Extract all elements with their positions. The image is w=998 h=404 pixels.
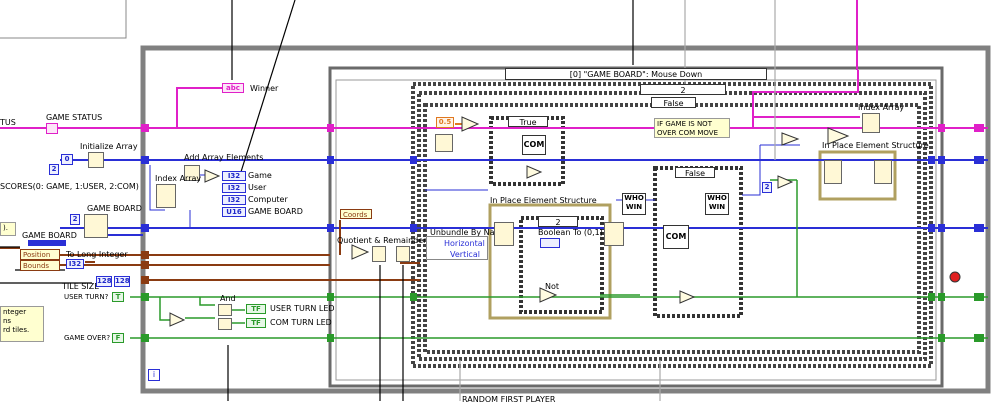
case-selector-true[interactable]: True bbox=[508, 116, 548, 127]
not-label: Not bbox=[545, 282, 560, 291]
coords-node[interactable]: Coords bbox=[340, 209, 372, 219]
initialize-array-label: Initialize Array bbox=[80, 142, 138, 151]
comment-left-2: ). bbox=[0, 222, 16, 236]
winner-label: Winner bbox=[250, 84, 279, 93]
in-place-node-left[interactable] bbox=[494, 222, 514, 246]
com-turn-led-terminal[interactable]: TF bbox=[246, 318, 266, 328]
and-node-1[interactable] bbox=[218, 304, 232, 316]
user-turn-label: USER TURN? bbox=[64, 293, 109, 301]
game-board-ref[interactable] bbox=[28, 240, 66, 246]
index-array-node-right[interactable] bbox=[862, 113, 880, 133]
quotient-remainder-node-1[interactable] bbox=[372, 246, 386, 262]
quotient-remainder-label: Quotient & Remainder bbox=[337, 236, 427, 245]
in-place-structure-left-label: In Place Element Structure bbox=[490, 196, 597, 205]
com-subvi-2[interactable]: COM bbox=[663, 225, 689, 249]
const-2-left[interactable]: 2 bbox=[49, 164, 59, 175]
tile-size-128a[interactable]: 128 bbox=[96, 276, 112, 287]
index-array-node-left[interactable] bbox=[156, 184, 176, 208]
to-long-integer-label: To Long Integer bbox=[66, 250, 128, 259]
and-node-2[interactable] bbox=[218, 318, 232, 330]
quotient-remainder-node-2[interactable] bbox=[396, 246, 410, 262]
const-0[interactable]: 0 bbox=[61, 154, 73, 165]
game-over-terminal[interactable]: F bbox=[112, 333, 124, 343]
case-selector-false-1[interactable]: False bbox=[651, 97, 696, 108]
case-selector-2a[interactable]: 2 bbox=[640, 84, 726, 95]
event-case-selector[interactable]: [0] "GAME BOARD": Mouse Down bbox=[505, 68, 767, 80]
user-turn-led-terminal[interactable]: TF bbox=[246, 304, 266, 314]
game-status-terminal[interactable] bbox=[46, 123, 58, 134]
game-board-node[interactable] bbox=[84, 214, 108, 238]
game-board-left-label: GAME BOARD bbox=[22, 231, 77, 240]
computer-terminal[interactable]: I32 bbox=[222, 195, 246, 205]
if-game-comment: IF GAME IS NOT OVER COM MOVE bbox=[654, 118, 730, 138]
loop-iteration-terminal: i bbox=[148, 369, 160, 381]
com-turn-led-label: COM TURN LED bbox=[270, 318, 332, 327]
in-place-structure-right-label: In Place Element Structure bbox=[822, 141, 929, 150]
index-node-a[interactable] bbox=[435, 134, 453, 152]
index-array-right-label: Index Array bbox=[858, 103, 905, 112]
random-first-player-label: RANDOM FIRST PLAYER bbox=[462, 395, 556, 404]
and-label: And bbox=[220, 294, 236, 303]
stop-indicator bbox=[949, 271, 961, 283]
in-place-right-node-b[interactable] bbox=[874, 160, 892, 184]
const-2-board[interactable]: 2 bbox=[70, 214, 80, 225]
position-property[interactable]: Position bbox=[20, 249, 60, 260]
initialize-array-node[interactable] bbox=[88, 152, 104, 168]
boolean-to-node[interactable] bbox=[540, 238, 560, 248]
user-turn-terminal[interactable]: T bbox=[112, 292, 124, 302]
user-turn-led-label: USER TURN LED bbox=[270, 304, 335, 313]
game-over-label: GAME OVER? bbox=[64, 334, 111, 342]
game-terminal[interactable]: I32 bbox=[222, 171, 246, 181]
scores-comment: SCORES(0: GAME, 1:USER, 2:COM) bbox=[0, 182, 139, 191]
user-terminal[interactable]: I32 bbox=[222, 183, 246, 193]
tile-size-label: TILE SIZE bbox=[62, 282, 100, 291]
in-place-node-right[interactable] bbox=[604, 222, 624, 246]
add-array-elements-label: Add Array Elements bbox=[184, 153, 264, 162]
who-win-subvi-1[interactable]: WHO WIN bbox=[622, 193, 646, 215]
const-2-right[interactable]: 2 bbox=[762, 182, 772, 193]
game-board-terminal[interactable]: U16 bbox=[222, 207, 246, 217]
in-place-right-node-a[interactable] bbox=[824, 160, 842, 184]
const-0-5[interactable]: 0.5 bbox=[436, 117, 454, 128]
case-selector-false-2[interactable]: False bbox=[675, 167, 715, 178]
who-win-subvi-2[interactable]: WHO WIN bbox=[705, 193, 729, 215]
winner-terminal[interactable]: abc bbox=[222, 83, 244, 93]
computer-label: Computer bbox=[248, 195, 288, 204]
case-selector-2b[interactable]: 2 bbox=[538, 216, 578, 227]
horizontal-label: Horizontal bbox=[444, 239, 485, 248]
bounds-property[interactable]: Bounds bbox=[20, 260, 60, 271]
user-label: User bbox=[248, 183, 267, 192]
status-label-partial: TUS bbox=[0, 118, 16, 127]
index-array-label-left: Index Array bbox=[155, 174, 202, 183]
to-long-integer-node[interactable]: I32 bbox=[66, 259, 84, 269]
vertical-label: Vertical bbox=[450, 250, 480, 259]
boolean-to-label: Boolean To (0,1) bbox=[538, 228, 603, 237]
comment-left: nteger ns rd tiles. bbox=[0, 306, 44, 342]
game-board-node-label: GAME BOARD bbox=[87, 204, 142, 213]
game-label: Game bbox=[248, 171, 272, 180]
game-board-terminal-label: GAME BOARD bbox=[248, 207, 303, 216]
com-subvi-1[interactable]: COM bbox=[522, 135, 546, 155]
tile-size-128b[interactable]: 128 bbox=[114, 276, 130, 287]
game-status-label: GAME STATUS bbox=[46, 113, 103, 122]
